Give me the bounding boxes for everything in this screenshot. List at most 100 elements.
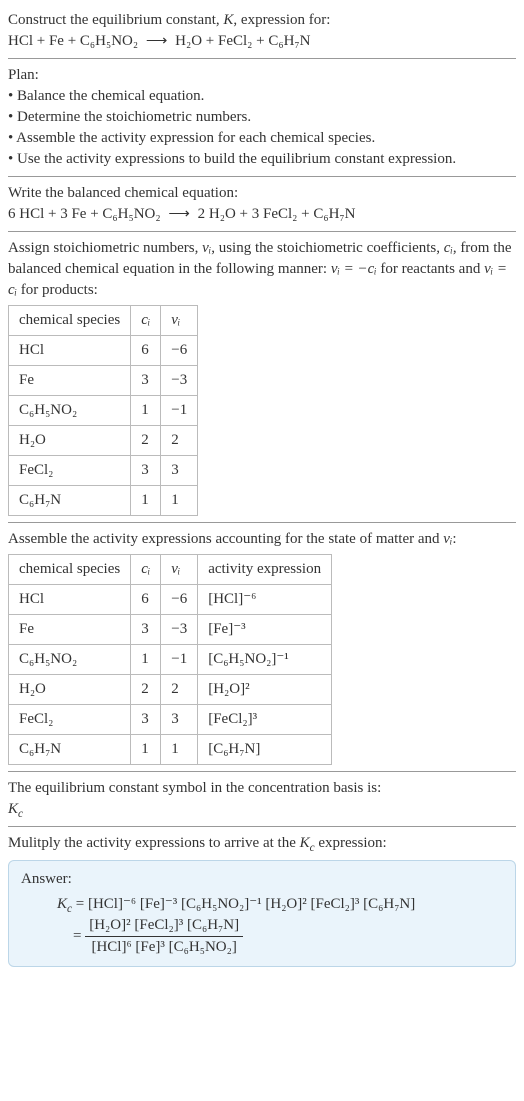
cell-species: HCl xyxy=(9,585,131,615)
relation-1: νᵢ = −cᵢ xyxy=(331,261,377,277)
cell-c: 6 xyxy=(131,336,161,366)
balanced-lhs: 6 HCl + 3 Fe + C₆H₅NO₂ xyxy=(8,206,161,222)
activity-section: Assemble the activity expressions accoun… xyxy=(8,523,516,772)
nu-i-symbol: νᵢ xyxy=(443,531,452,547)
cell-expr: [C₆H₇N] xyxy=(198,735,332,765)
plan-section: Plan: • Balance the chemical equation. •… xyxy=(8,59,516,177)
denominator: [HCl]⁶ [Fe]³ [C₆H₅NO₂] xyxy=(85,937,243,958)
cell-expr: [H₂O]² xyxy=(198,675,332,705)
balanced-rhs: 2 H₂O + 3 FeCl₂ + C₆H₇N xyxy=(198,206,356,222)
K-letter: K xyxy=(57,896,67,912)
cell-nu: 1 xyxy=(161,735,198,765)
answer-box: Answer: Kc = [HCl]⁻⁶ [Fe]⁻³ [C₆H₅NO₂]⁻¹ … xyxy=(8,860,516,967)
unbalanced-equation: HCl + Fe + C₆H₅NO₂ ⟶ H₂O + FeCl₂ + C₆H₇N xyxy=(8,31,516,52)
balanced-title: Write the balanced chemical equation: xyxy=(8,183,516,204)
cell-nu: −3 xyxy=(161,615,198,645)
kc-expression-line2: = [H₂O]² [FeCl₂]³ [C₆H₇N] [HCl]⁶ [Fe]³ [… xyxy=(21,915,503,958)
stoichiometric-section: Assign stoichiometric numbers, νᵢ, using… xyxy=(8,232,516,523)
cell-c: 1 xyxy=(131,645,161,675)
cell-nu: 1 xyxy=(161,486,198,516)
cell-c: 1 xyxy=(131,735,161,765)
stoich-text: , using the stoichiometric coefficients, xyxy=(211,240,444,256)
cell-species: Fe xyxy=(9,615,131,645)
stoich-text: for reactants and xyxy=(377,261,484,277)
balanced-section: Write the balanced chemical equation: 6 … xyxy=(8,177,516,232)
activity-text: Assemble the activity expressions accoun… xyxy=(8,531,443,547)
table-row: C₆H₇N11 xyxy=(9,486,198,516)
stoichiometric-table: chemical species cᵢ νᵢ HCl6−6 Fe3−3 C₆H₅… xyxy=(8,305,198,516)
cell-nu: −6 xyxy=(161,585,198,615)
activity-table: chemical species cᵢ νᵢ activity expressi… xyxy=(8,554,332,765)
kc-expression-line1: Kc = [HCl]⁻⁶ [Fe]⁻³ [C₆H₅NO₂]⁻¹ [H₂O]² [… xyxy=(21,894,503,915)
cell-nu: −1 xyxy=(161,396,198,426)
table-row: C₆H₅NO₂1−1[C₆H₅NO₂]⁻¹ xyxy=(9,645,332,675)
cell-expr: [FeCl₂]³ xyxy=(198,705,332,735)
table-row: Fe3−3[Fe]⁻³ xyxy=(9,615,332,645)
table-row: H₂O22[H₂O]² xyxy=(9,675,332,705)
col-species: chemical species xyxy=(9,555,131,585)
final-text: expression: xyxy=(315,835,387,851)
cell-c: 3 xyxy=(131,615,161,645)
cell-species: C₆H₅NO₂ xyxy=(9,645,131,675)
balanced-equation: 6 HCl + 3 Fe + C₆H₅NO₂ ⟶ 2 H₂O + 3 FeCl₂… xyxy=(8,204,516,225)
cell-expr: [HCl]⁻⁶ xyxy=(198,585,332,615)
numerator: [H₂O]² [FeCl₂]³ [C₆H₇N] xyxy=(85,915,243,937)
col-expr: activity expression xyxy=(198,555,332,585)
stoich-intro: Assign stoichiometric numbers, νᵢ, using… xyxy=(8,238,516,301)
fraction: [H₂O]² [FeCl₂]³ [C₆H₇N] [HCl]⁶ [Fe]³ [C₆… xyxy=(85,915,243,958)
table-row: Fe3−3 xyxy=(9,366,198,396)
cell-c: 3 xyxy=(131,705,161,735)
cell-nu: 3 xyxy=(161,705,198,735)
table-row: HCl6−6[HCl]⁻⁶ xyxy=(9,585,332,615)
table-row: C₆H₇N11[C₆H₇N] xyxy=(9,735,332,765)
stoich-text: Assign stoichiometric numbers, xyxy=(8,240,202,256)
reaction-arrow-icon: ⟶ xyxy=(142,33,172,49)
cell-expr: [Fe]⁻³ xyxy=(198,615,332,645)
final-intro: Mulitply the activity expressions to arr… xyxy=(8,833,516,854)
cell-nu: 2 xyxy=(161,675,198,705)
cell-species: HCl xyxy=(9,336,131,366)
equation-rhs: H₂O + FeCl₂ + C₆H₇N xyxy=(175,33,310,49)
final-section: Mulitply the activity expressions to arr… xyxy=(8,827,516,973)
cell-nu: −1 xyxy=(161,645,198,675)
cell-c: 1 xyxy=(131,396,161,426)
cell-expr: [C₆H₅NO₂]⁻¹ xyxy=(198,645,332,675)
col-nui: νᵢ xyxy=(161,555,198,585)
table-row: FeCl₂33[FeCl₂]³ xyxy=(9,705,332,735)
col-ci: cᵢ xyxy=(131,555,161,585)
plan-title: Plan: xyxy=(8,65,516,86)
K-symbol: K xyxy=(223,12,233,28)
table-row: H₂O22 xyxy=(9,426,198,456)
table-header-row: chemical species cᵢ νᵢ activity expressi… xyxy=(9,555,332,585)
table-row: FeCl₂33 xyxy=(9,456,198,486)
table-row: HCl6−6 xyxy=(9,336,198,366)
intro-text-post: , expression for: xyxy=(233,12,330,28)
table-row: C₆H₅NO₂1−1 xyxy=(9,396,198,426)
reaction-arrow-icon: ⟶ xyxy=(164,206,194,222)
cell-nu: 2 xyxy=(161,426,198,456)
cell-c: 2 xyxy=(131,426,161,456)
final-text: Mulitply the activity expressions to arr… xyxy=(8,835,300,851)
cell-species: Fe xyxy=(9,366,131,396)
cell-species: H₂O xyxy=(9,426,131,456)
cell-nu: −3 xyxy=(161,366,198,396)
cell-c: 3 xyxy=(131,366,161,396)
K-letter: K xyxy=(300,835,310,851)
cell-species: C₆H₇N xyxy=(9,735,131,765)
plan-bullet-3: • Assemble the activity expression for e… xyxy=(8,128,516,149)
cell-c: 2 xyxy=(131,675,161,705)
stoich-text: for products: xyxy=(17,282,98,298)
cell-nu: 3 xyxy=(161,456,198,486)
symbol-section: The equilibrium constant symbol in the c… xyxy=(8,772,516,827)
expression-products: = [HCl]⁻⁶ [Fe]⁻³ [C₆H₅NO₂]⁻¹ [H₂O]² [FeC… xyxy=(72,896,415,912)
col-ci: cᵢ xyxy=(131,306,161,336)
c-subscript: c xyxy=(18,808,23,820)
activity-text: : xyxy=(452,531,456,547)
cell-species: FeCl₂ xyxy=(9,456,131,486)
cell-nu: −6 xyxy=(161,336,198,366)
plan-bullet-1: • Balance the chemical equation. xyxy=(8,86,516,107)
nu-i-symbol: νᵢ xyxy=(202,240,211,256)
cell-species: C₆H₇N xyxy=(9,486,131,516)
intro-line: Construct the equilibrium constant, K, e… xyxy=(8,10,516,31)
equation-lhs: HCl + Fe + C₆H₅NO₂ xyxy=(8,33,138,49)
